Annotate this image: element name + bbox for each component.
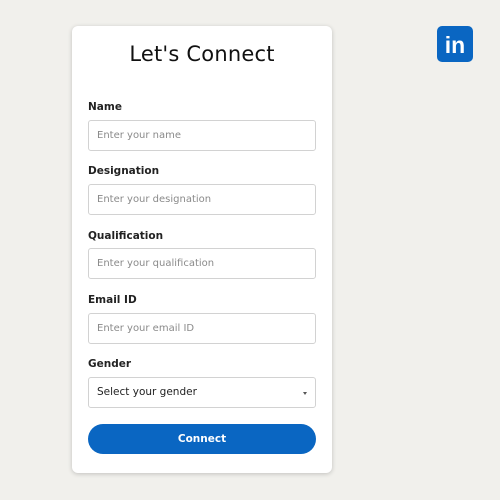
linkedin-logo-text: in bbox=[445, 32, 465, 58]
email-label: Email ID bbox=[88, 294, 137, 306]
name-input[interactable] bbox=[88, 120, 316, 151]
gender-select[interactable]: Select your gender bbox=[88, 377, 316, 408]
designation-input[interactable] bbox=[88, 184, 316, 215]
qualification-input[interactable] bbox=[88, 248, 316, 279]
name-label: Name bbox=[88, 101, 122, 113]
connect-form-card: Let's Connect Name Designation Qualifica… bbox=[72, 26, 332, 473]
email-input[interactable] bbox=[88, 313, 316, 344]
gender-select-value: Select your gender bbox=[97, 386, 197, 398]
form-title: Let's Connect bbox=[129, 42, 275, 66]
designation-label: Designation bbox=[88, 165, 160, 177]
chevron-down-icon bbox=[303, 392, 307, 395]
email-label-row: Email ID bbox=[88, 293, 316, 307]
gender-label-row: Gender bbox=[88, 357, 316, 371]
qualification-label: Qualification bbox=[88, 230, 164, 242]
qualification-label-row: Qualification bbox=[88, 229, 316, 243]
name-label-row: Name bbox=[88, 100, 316, 114]
connect-button[interactable]: Connect bbox=[88, 424, 316, 454]
linkedin-icon[interactable]: in bbox=[437, 26, 473, 62]
designation-label-row: Designation bbox=[88, 164, 316, 178]
gender-label: Gender bbox=[88, 358, 132, 370]
